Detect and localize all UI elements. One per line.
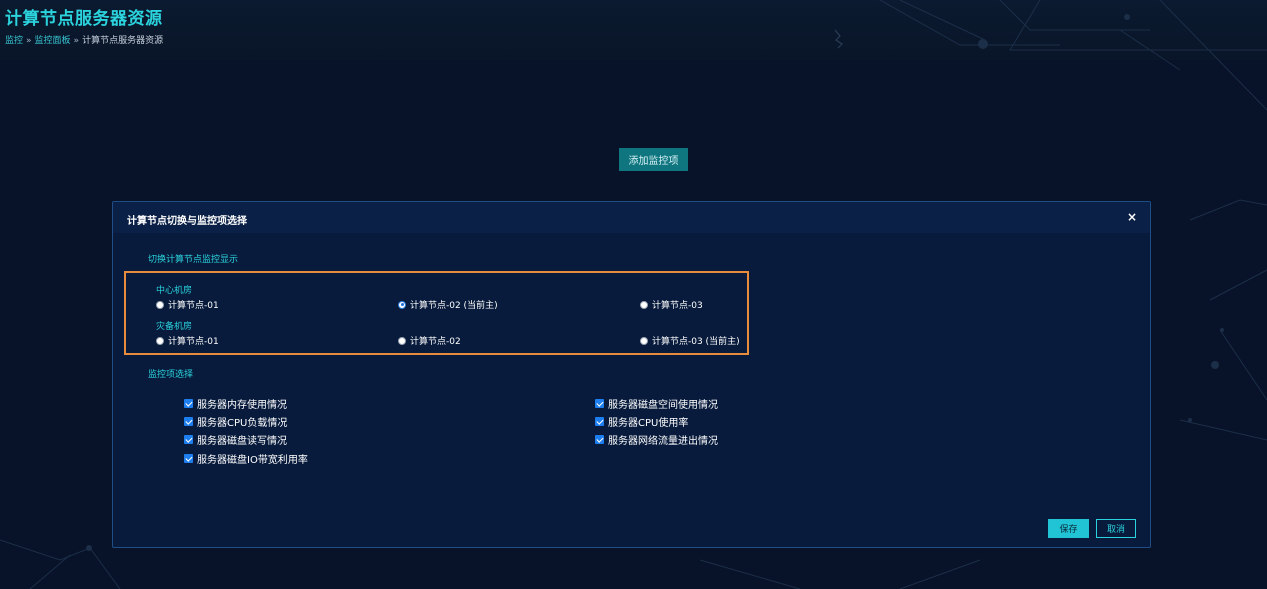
radio-selected-icon: [398, 300, 406, 309]
checkbox-label: 服务器磁盘IO带宽利用率: [197, 455, 308, 466]
radio-backup-node-01[interactable]: 计算节点-01: [156, 334, 219, 347]
checkbox-label: 服务器内存使用情况: [197, 400, 287, 411]
radio-backup-node-03[interactable]: 计算节点-03 (当前主): [640, 334, 740, 347]
checkbox-checked-icon: [595, 435, 604, 444]
radio-icon: [156, 336, 164, 345]
radio-backup-node-02[interactable]: 计算节点-02: [398, 334, 461, 347]
checkbox-cpu-load[interactable]: 服务器CPU负载情况: [184, 414, 287, 429]
checkbox-checked-icon: [184, 399, 193, 408]
checkbox-checked-icon: [595, 417, 604, 426]
radio-label: 计算节点-01: [168, 301, 219, 311]
breadcrumb: 监控» 监控面板» 计算节点服务器资源: [5, 33, 163, 46]
radio-label: 计算节点-03 (当前主): [652, 337, 740, 347]
add-monitor-item-button[interactable]: 添加监控项: [619, 148, 688, 171]
node-switch-dialog: 计算节点切换与监控项选择 × 切换计算节点监控显示 中心机房 计算节点-01 计…: [112, 201, 1151, 548]
dialog-title: 计算节点切换与监控项选择: [127, 216, 247, 227]
radio-label: 计算节点-02: [410, 337, 461, 347]
metrics-section-label: 监控项选择: [148, 370, 194, 380]
checkbox-disk-space[interactable]: 服务器磁盘空间使用情况: [595, 396, 718, 411]
node-selection-panel: 中心机房 计算节点-01 计算节点-02 (当前主) 计算节点-03 灾备机房 …: [124, 271, 749, 355]
radio-label: 计算节点-01: [168, 337, 219, 347]
radio-icon: [156, 300, 164, 309]
breadcrumb-item-monitor[interactable]: 监控: [5, 36, 23, 46]
radio-center-node-02[interactable]: 计算节点-02 (当前主): [398, 298, 498, 311]
checkbox-checked-icon: [184, 454, 193, 463]
radio-center-node-03[interactable]: 计算节点-03: [640, 298, 703, 311]
close-icon[interactable]: ×: [1125, 210, 1139, 224]
breadcrumb-item-dashboard[interactable]: 监控面板: [35, 36, 71, 46]
checkbox-label: 服务器磁盘读写情况: [197, 436, 287, 447]
save-button[interactable]: 保存: [1048, 519, 1089, 538]
checkbox-disk-rw[interactable]: 服务器磁盘读写情况: [184, 432, 287, 447]
checkbox-network-traffic[interactable]: 服务器网络流量进出情况: [595, 432, 718, 447]
checkbox-checked-icon: [184, 417, 193, 426]
checkbox-memory-usage[interactable]: 服务器内存使用情况: [184, 396, 287, 411]
checkbox-disk-io-bandwidth[interactable]: 服务器磁盘IO带宽利用率: [184, 451, 308, 466]
breadcrumb-item-current: 计算节点服务器资源: [82, 36, 164, 46]
checkbox-checked-icon: [184, 435, 193, 444]
dialog-header: 计算节点切换与监控项选择 ×: [113, 202, 1150, 233]
group-label-backup: 灾备机房: [156, 322, 193, 332]
checkbox-label: 服务器磁盘空间使用情况: [608, 400, 718, 411]
checkbox-label: 服务器网络流量进出情况: [608, 436, 718, 447]
checkbox-checked-icon: [595, 399, 604, 408]
breadcrumb-separator-icon: »: [73, 36, 80, 46]
radio-icon: [640, 300, 648, 309]
radio-label: 计算节点-03: [652, 301, 703, 311]
node-section-label: 切换计算节点监控显示: [148, 255, 239, 265]
breadcrumb-separator-icon: »: [26, 36, 32, 46]
radio-label: 计算节点-02 (当前主): [410, 301, 498, 311]
page-title: 计算节点服务器资源: [5, 9, 163, 29]
checkbox-label: 服务器CPU负载情况: [197, 418, 288, 429]
group-label-center: 中心机房: [156, 286, 193, 296]
radio-icon: [640, 336, 648, 345]
checkbox-cpu-usage[interactable]: 服务器CPU使用率: [595, 414, 688, 429]
radio-center-node-01[interactable]: 计算节点-01: [156, 298, 219, 311]
cancel-button[interactable]: 取消: [1096, 519, 1136, 538]
radio-icon: [398, 336, 406, 345]
checkbox-label: 服务器CPU使用率: [608, 418, 689, 429]
